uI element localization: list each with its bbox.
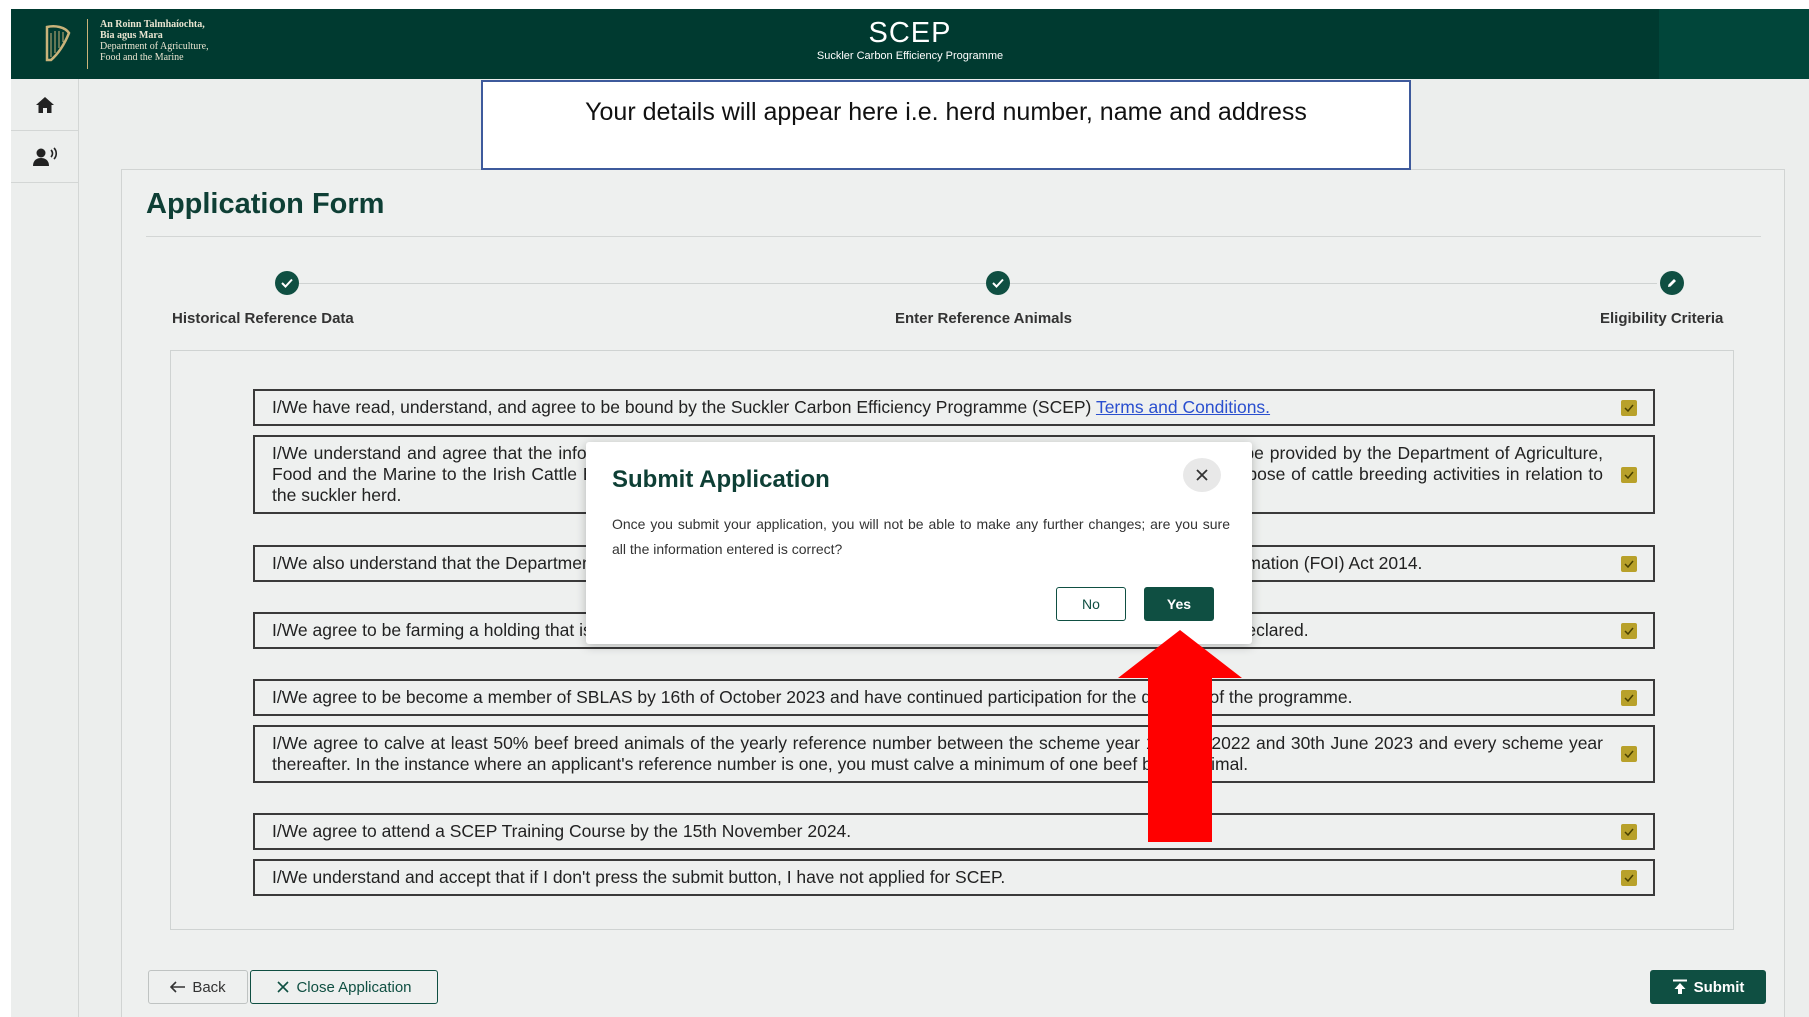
close-icon — [1196, 469, 1208, 481]
dialog-message: Once you submit your application, you wi… — [612, 516, 1230, 557]
modal-overlay: Submit Application Once you submit your … — [0, 0, 1809, 1017]
no-button[interactable]: No — [1056, 587, 1126, 621]
submit-application-dialog: Submit Application Once you submit your … — [586, 442, 1252, 644]
yes-button[interactable]: Yes — [1144, 587, 1214, 621]
dialog-title: Submit Application — [612, 466, 830, 493]
red-arrow-annotation — [1118, 630, 1242, 842]
dialog-close-button[interactable] — [1183, 458, 1221, 492]
